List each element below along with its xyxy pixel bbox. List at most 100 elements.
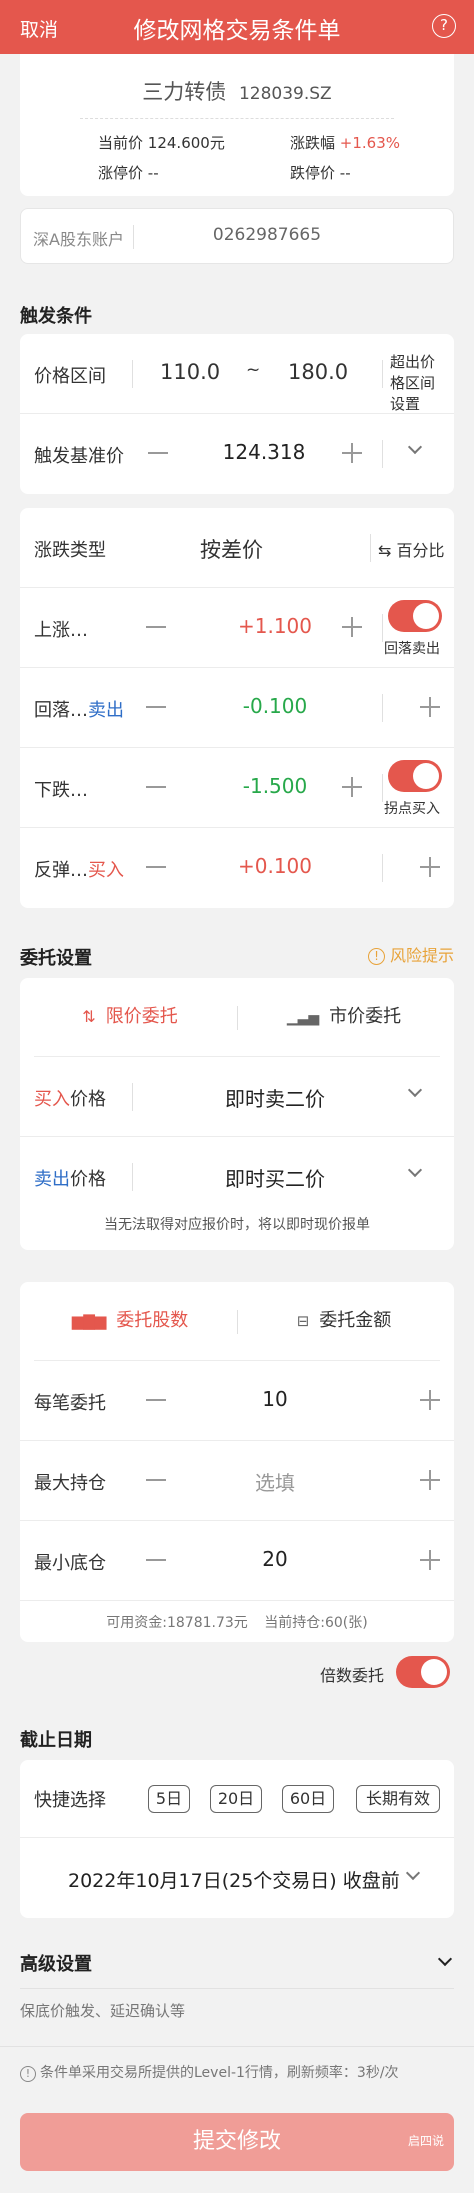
fall-back-sell-toggle[interactable] (388, 600, 442, 632)
change-type-row: 涨跌类型 按差价 ⇆ 百分比 (20, 508, 454, 588)
fall-label: 下跌… (34, 780, 88, 801)
rebound-row: 反弹…买入 +0.100 (20, 828, 454, 908)
divider (132, 1083, 133, 1111)
help-icon[interactable]: ? (432, 14, 456, 38)
min-position-row: 最小底仓 20 (20, 1521, 454, 1601)
decrease-icon[interactable] (146, 1479, 166, 1481)
divider (382, 694, 383, 722)
decrease-icon[interactable] (146, 866, 166, 868)
buy-price-row[interactable]: 买入价格 即时卖二价 (20, 1057, 454, 1137)
divider (237, 1006, 238, 1030)
increase-icon[interactable] (420, 1390, 440, 1410)
increase-icon[interactable] (420, 857, 440, 877)
separator (80, 118, 394, 119)
multiple-order-toggle[interactable] (396, 1656, 450, 1688)
account-row[interactable]: 深A股东账户 0262987665 (20, 208, 454, 264)
change-type-value[interactable]: 按差价 (200, 534, 263, 564)
order-card: ⇅ 限价委托 ▁▃▅ 市价委托 买入价格 即时卖二价 卖出价格 即时买二价 当无法取… (20, 978, 454, 1250)
market-order-icon: ▁▃▅ (286, 1010, 320, 1026)
risk-tip-link[interactable]: ! 风险提示 (367, 942, 454, 966)
increase-icon[interactable] (420, 1550, 440, 1570)
rise-row: 上涨… +1.100 回落卖出 (20, 588, 454, 668)
sell-price-select[interactable]: 即时买二价 (170, 1163, 380, 1192)
divider (382, 360, 383, 388)
max-position-input[interactable]: 选填 (170, 1467, 380, 1496)
deadline-date-row[interactable]: 2022年10月17日(25个交易日) 收盘前 (20, 1840, 454, 1918)
max-position-label: 最大持仓 (34, 1473, 106, 1494)
funds-info: 可用资金:18781.73元 当前持仓:60(张) (20, 1612, 454, 1632)
level1-note: ! 条件单采用交易所提供的Level-1行情，刷新频率：3秒/次 (20, 2062, 399, 2082)
min-position-input[interactable]: 20 (170, 1547, 380, 1571)
buy-price-select[interactable]: 即时卖二价 (170, 1083, 380, 1112)
percent-switch-button[interactable]: ⇆ 百分比 (378, 537, 445, 561)
trigger-section-title: 触发条件 (20, 306, 92, 327)
rebound-value-input[interactable]: +0.100 (170, 854, 380, 878)
divider (382, 614, 383, 642)
max-position-row: 最大持仓 选填 (20, 1441, 454, 1521)
increase-icon[interactable] (342, 443, 362, 463)
price-range-label: 价格区间 (34, 366, 106, 387)
each-order-input[interactable]: 10 (170, 1387, 380, 1411)
range-separator: ~ (246, 360, 261, 380)
chevron-down-icon[interactable] (407, 439, 423, 455)
tab-shares[interactable]: ▆▇▆ 委托股数 (30, 1282, 230, 1360)
chevron-down-icon[interactable] (407, 1162, 423, 1178)
header-bar: 取消 修改网格交易条件单 ? (0, 0, 474, 54)
quick-select-label: 快捷选择 (34, 1790, 106, 1811)
change-type-label: 涨跌类型 (34, 540, 106, 561)
divider (382, 854, 383, 882)
chevron-down-icon[interactable] (437, 1951, 453, 1967)
trigger-card: 价格区间 110.0 ~ 180.0 超出价格区间设置 触发基准价 124.31… (20, 334, 454, 494)
divider (132, 360, 133, 388)
chevron-down-icon[interactable] (407, 1082, 423, 1098)
bond-title: 三力转债 128039.SZ (20, 76, 454, 106)
option-long-term[interactable]: 长期有效 (356, 1785, 440, 1813)
fall-back-sell-caption: 回落卖出 (384, 641, 440, 657)
fall-back-value-input[interactable]: -0.100 (170, 694, 380, 718)
submit-modify-button[interactable]: 提交修改 (20, 2113, 454, 2171)
tab-amount[interactable]: ⊟ 委托金额 (244, 1282, 444, 1360)
divider (382, 774, 383, 802)
fall-row: 下跌… -1.500 拐点买入 (20, 748, 454, 828)
increase-icon[interactable] (420, 697, 440, 717)
divider (370, 534, 371, 562)
advanced-section-header[interactable]: 高级设置 (0, 1950, 474, 1980)
bond-info-card: 三力转债 128039.SZ 当前价 124.600元 涨跌幅 +1.63% 涨… (20, 54, 454, 196)
info-icon: ! (20, 2066, 36, 2082)
increase-icon[interactable] (420, 1470, 440, 1490)
tab-market-order[interactable]: ▁▃▅ 市价委托 (244, 978, 444, 1056)
increase-icon[interactable] (342, 617, 362, 637)
limit-order-icon: ⇅ (82, 1007, 96, 1026)
quantity-card: ▆▇▆ 委托股数 ⊟ 委托金额 每笔委托 10 最大持仓 选填 最小底仓 20 可用… (20, 1282, 454, 1642)
base-price-input[interactable]: 124.318 (164, 440, 364, 464)
watermark: 启四说 (408, 2134, 445, 2148)
option-60-days[interactable]: 60日 (282, 1785, 334, 1813)
option-20-days[interactable]: 20日 (210, 1785, 262, 1813)
divider (20, 1988, 454, 1989)
sell-price-row[interactable]: 卖出价格 即时买二价 (20, 1137, 454, 1217)
deadline-section-title: 截止日期 (20, 1730, 92, 1751)
decrease-icon[interactable] (146, 1399, 166, 1401)
divider (382, 440, 383, 468)
increase-icon[interactable] (342, 777, 362, 797)
option-5-days[interactable]: 5日 (148, 1785, 190, 1813)
range-high-input[interactable]: 180.0 (288, 360, 348, 384)
limit-down-price: 跌停价 -- (290, 164, 351, 182)
decrease-icon[interactable] (146, 1559, 166, 1561)
bond-code: 128039.SZ (238, 84, 332, 104)
tab-limit-order[interactable]: ⇅ 限价委托 (30, 978, 230, 1056)
decrease-icon[interactable] (146, 706, 166, 708)
order-section-title: 委托设置 (20, 948, 92, 969)
fall-back-row: 回落…卖出 -0.100 (20, 668, 454, 748)
available-funds: 可用资金:18781.73元 (106, 1615, 248, 1631)
range-low-input[interactable]: 110.0 (160, 360, 220, 384)
account-number: 0262987665 (212, 225, 322, 245)
info-icon: ! (367, 948, 385, 965)
decrease-icon[interactable] (146, 626, 166, 628)
deadline-date-value[interactable]: 2022年10月17日(25个交易日) 收盘前 (68, 1866, 400, 1893)
out-of-range-setting-button[interactable]: 超出价格区间设置 (390, 352, 444, 415)
chevron-down-icon[interactable] (405, 1865, 421, 1881)
decrease-icon[interactable] (146, 786, 166, 788)
amount-icon: ⊟ (296, 1312, 310, 1330)
turning-point-buy-toggle[interactable] (388, 760, 442, 792)
